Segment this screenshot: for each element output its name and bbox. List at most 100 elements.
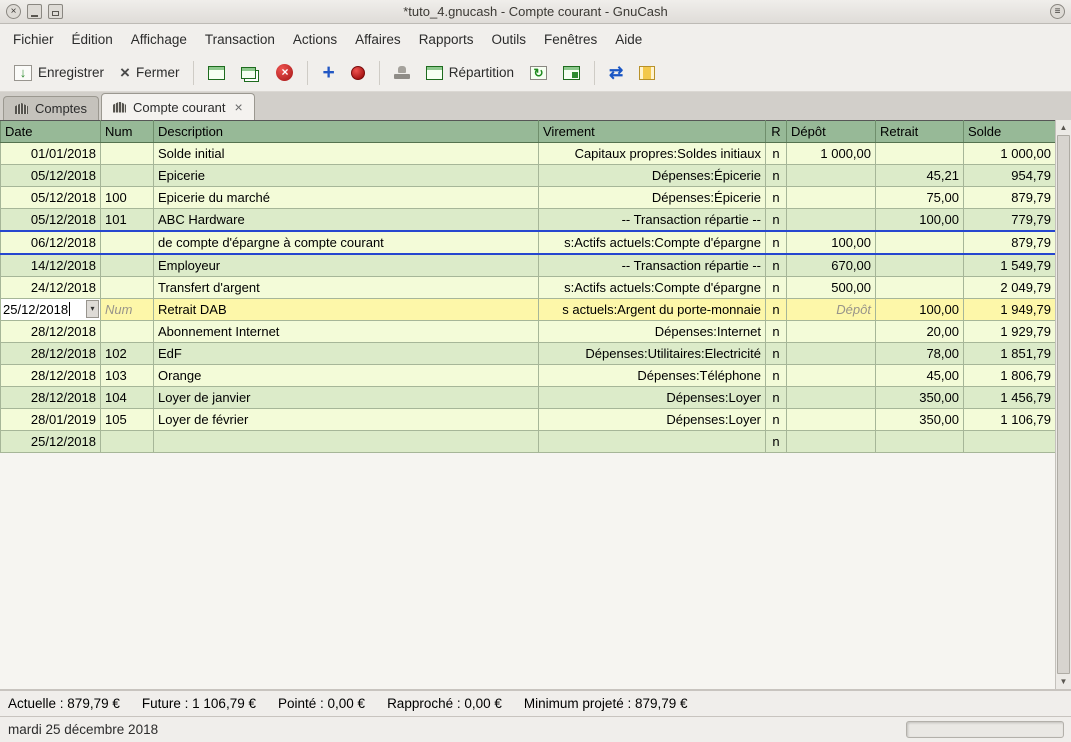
enter-button[interactable]: + bbox=[314, 60, 342, 86]
cell-virement[interactable]: s:Actifs actuels:Compte d'épargne bbox=[539, 231, 766, 254]
cell-solde[interactable]: 1 851,79 bbox=[964, 343, 1056, 365]
cancel-button[interactable] bbox=[343, 62, 373, 84]
cell-depot[interactable]: 500,00 bbox=[787, 277, 876, 299]
cell-depot[interactable] bbox=[787, 343, 876, 365]
jump-button[interactable]: ↻ bbox=[522, 62, 555, 84]
date-picker-button[interactable]: ▾ bbox=[86, 300, 99, 318]
cell-virement[interactable] bbox=[539, 431, 766, 453]
duplicate-button[interactable] bbox=[200, 62, 233, 84]
cell-date[interactable]: 14/12/2018 bbox=[1, 254, 101, 277]
cell-description[interactable] bbox=[154, 431, 539, 453]
cell-r[interactable]: n bbox=[766, 365, 787, 387]
reconcile-button[interactable] bbox=[631, 62, 663, 84]
cell-solde[interactable]: 1 949,79 bbox=[964, 299, 1056, 321]
cell-num[interactable] bbox=[101, 254, 154, 277]
cell-solde[interactable]: 1 106,79 bbox=[964, 409, 1056, 431]
cell-solde[interactable] bbox=[964, 431, 1056, 453]
column-header-virement[interactable]: Virement bbox=[539, 121, 766, 143]
menu-item-edition[interactable]: Édition bbox=[63, 27, 122, 52]
cell-description[interactable]: Retrait DAB bbox=[154, 299, 539, 321]
cell-num[interactable]: 105 bbox=[101, 409, 154, 431]
cell-solde[interactable]: 954,79 bbox=[964, 165, 1056, 187]
cell-r[interactable]: n bbox=[766, 299, 787, 321]
column-header-solde[interactable]: Solde bbox=[964, 121, 1056, 143]
window-maximize-button[interactable] bbox=[48, 4, 63, 19]
cell-r[interactable]: n bbox=[766, 409, 787, 431]
cell-date[interactable]: 28/12/2018 bbox=[1, 343, 101, 365]
cell-date[interactable]: 28/12/2018 bbox=[1, 365, 101, 387]
cell-virement[interactable]: Dépenses:Loyer bbox=[539, 409, 766, 431]
cell-retrait[interactable]: 20,00 bbox=[876, 321, 964, 343]
register-row[interactable]: 05/12/2018EpicerieDépenses:Épicerien45,2… bbox=[1, 165, 1056, 187]
cell-retrait[interactable]: 45,21 bbox=[876, 165, 964, 187]
close-button[interactable]: × Fermer bbox=[112, 61, 187, 85]
scroll-down-button[interactable]: ▼ bbox=[1056, 674, 1071, 689]
cell-virement[interactable]: Dépenses:Utilitaires:Electricité bbox=[539, 343, 766, 365]
cell-num[interactable] bbox=[101, 321, 154, 343]
column-header-depot[interactable]: Dépôt bbox=[787, 121, 876, 143]
cell-depot[interactable] bbox=[787, 387, 876, 409]
menu-item-fichier[interactable]: Fichier bbox=[4, 27, 63, 52]
column-header-r[interactable]: R bbox=[766, 121, 787, 143]
cell-solde[interactable]: 879,79 bbox=[964, 231, 1056, 254]
cell-date[interactable]: 05/12/2018 bbox=[1, 187, 101, 209]
cell-r[interactable]: n bbox=[766, 387, 787, 409]
cell-description[interactable]: ABC Hardware bbox=[154, 209, 539, 232]
transfer-button[interactable]: ⇄ bbox=[601, 61, 631, 85]
register-row[interactable]: 28/12/2018103OrangeDépenses:Téléphonen45… bbox=[1, 365, 1056, 387]
window-minimize-button[interactable] bbox=[27, 4, 42, 19]
cell-description[interactable]: Solde initial bbox=[154, 143, 539, 165]
schedule-button[interactable] bbox=[555, 62, 588, 84]
menu-item-rapports[interactable]: Rapports bbox=[410, 27, 483, 52]
cell-retrait[interactable]: 75,00 bbox=[876, 187, 964, 209]
cell-depot[interactable] bbox=[787, 409, 876, 431]
cell-description[interactable]: Transfert d'argent bbox=[154, 277, 539, 299]
cell-solde[interactable]: 1 456,79 bbox=[964, 387, 1056, 409]
copy-button[interactable] bbox=[233, 63, 268, 83]
cell-virement[interactable]: Dépenses:Téléphone bbox=[539, 365, 766, 387]
save-button[interactable]: ↓ Enregistrer bbox=[6, 61, 112, 85]
cell-r[interactable]: n bbox=[766, 187, 787, 209]
cell-solde[interactable]: 779,79 bbox=[964, 209, 1056, 232]
cell-num[interactable] bbox=[101, 277, 154, 299]
tab-compte-courant[interactable]: Compte courant × bbox=[101, 93, 255, 120]
register-row[interactable]: 28/12/2018Abonnement InternetDépenses:In… bbox=[1, 321, 1056, 343]
menu-item-affaires[interactable]: Affaires bbox=[346, 27, 410, 52]
column-header-description[interactable]: Description bbox=[154, 121, 539, 143]
cell-virement[interactable]: Dépenses:Loyer bbox=[539, 387, 766, 409]
cell-date[interactable]: 06/12/2018 bbox=[1, 231, 101, 254]
register-row[interactable]: 05/12/2018100Epicerie du marchéDépenses:… bbox=[1, 187, 1056, 209]
register-row[interactable]: 06/12/2018de compte d'épargne à compte c… bbox=[1, 231, 1056, 254]
cell-retrait[interactable]: 350,00 bbox=[876, 409, 964, 431]
cell-date[interactable]: 28/01/2019 bbox=[1, 409, 101, 431]
cell-depot[interactable] bbox=[787, 209, 876, 232]
column-header-date[interactable]: Date bbox=[1, 121, 101, 143]
cell-depot[interactable]: Dépôt bbox=[787, 299, 876, 321]
cell-virement[interactable]: Capitaux propres:Soldes initiaux bbox=[539, 143, 766, 165]
register-row[interactable]: 24/12/2018Transfert d'argents:Actifs act… bbox=[1, 277, 1056, 299]
cell-num[interactable]: 100 bbox=[101, 187, 154, 209]
cell-retrait[interactable] bbox=[876, 254, 964, 277]
cell-description[interactable]: EdF bbox=[154, 343, 539, 365]
column-header-retrait[interactable]: Retrait bbox=[876, 121, 964, 143]
cell-virement[interactable]: -- Transaction répartie -- bbox=[539, 209, 766, 232]
cell-virement[interactable]: s:Actifs actuels:Compte d'épargne bbox=[539, 277, 766, 299]
scroll-up-button[interactable]: ▲ bbox=[1056, 120, 1071, 135]
cell-date[interactable]: 25/12/2018▾ bbox=[1, 299, 101, 321]
cell-num[interactable]: 101 bbox=[101, 209, 154, 232]
cell-num[interactable] bbox=[101, 231, 154, 254]
cell-solde[interactable]: 1 549,79 bbox=[964, 254, 1056, 277]
register-row[interactable]: 28/12/2018102EdFDépenses:Utilitaires:Ele… bbox=[1, 343, 1056, 365]
window-menu-button[interactable]: ≡ bbox=[1050, 4, 1065, 19]
cell-virement[interactable]: Dépenses:Épicerie bbox=[539, 165, 766, 187]
cell-date[interactable]: 05/12/2018 bbox=[1, 209, 101, 232]
register-row[interactable]: 28/01/2019105Loyer de févrierDépenses:Lo… bbox=[1, 409, 1056, 431]
column-header-num[interactable]: Num bbox=[101, 121, 154, 143]
cell-r[interactable]: n bbox=[766, 343, 787, 365]
register-row[interactable]: 25/12/2018▾NumRetrait DABs actuels:Argen… bbox=[1, 299, 1056, 321]
cell-description[interactable]: Loyer de janvier bbox=[154, 387, 539, 409]
split-button[interactable]: Répartition bbox=[418, 61, 522, 84]
cell-num[interactable] bbox=[101, 143, 154, 165]
cell-solde[interactable]: 879,79 bbox=[964, 187, 1056, 209]
cell-solde[interactable]: 2 049,79 bbox=[964, 277, 1056, 299]
